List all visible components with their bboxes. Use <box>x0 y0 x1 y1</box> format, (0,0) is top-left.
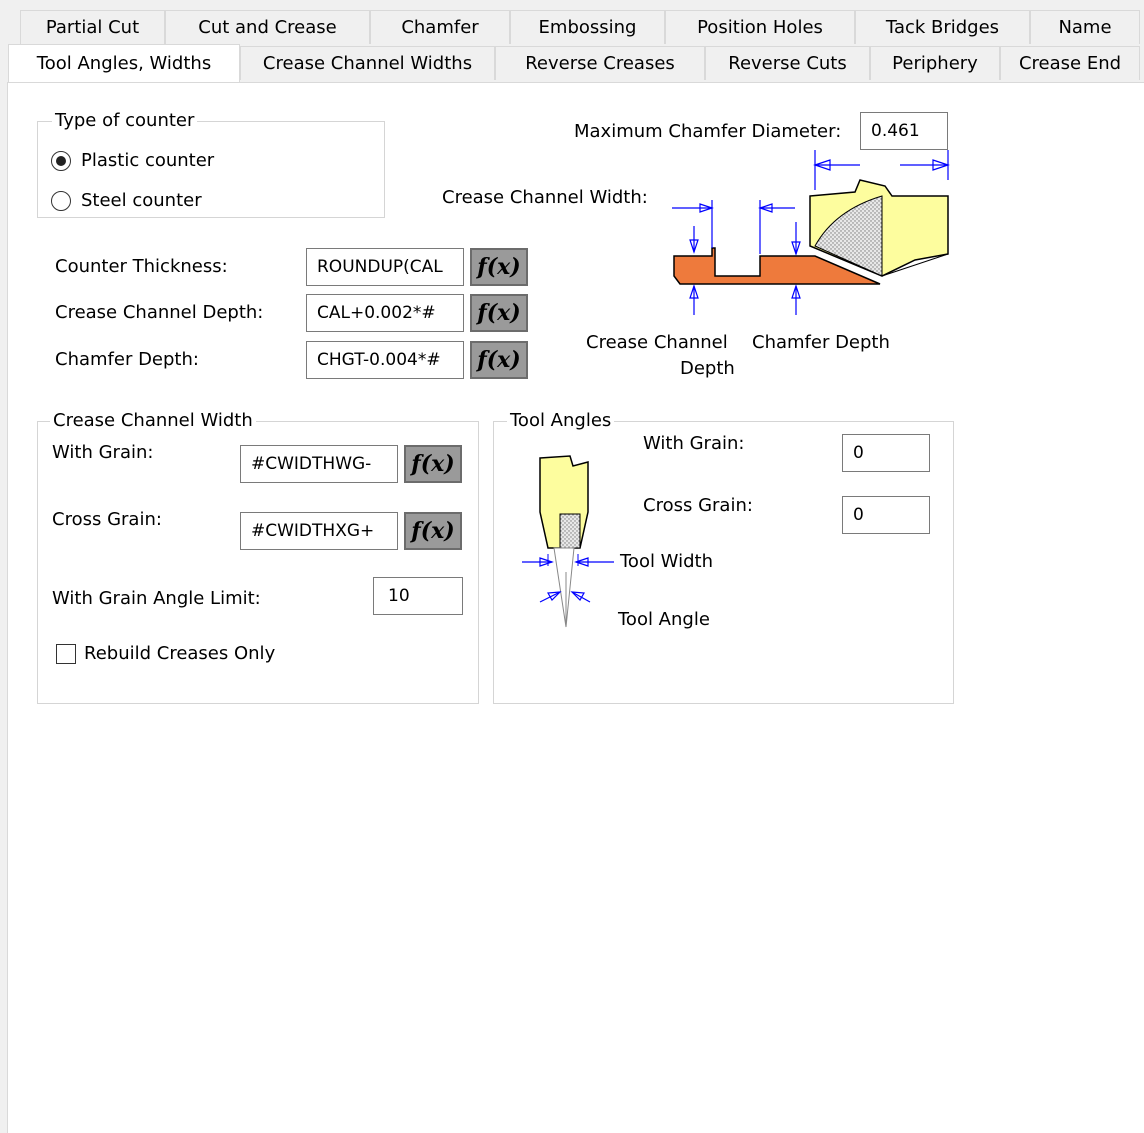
tab-tack-bridges[interactable]: Tack Bridges <box>855 10 1030 44</box>
rebuild-creases-only-label[interactable]: Rebuild Creases Only <box>84 643 275 665</box>
tab-partial-cut[interactable]: Partial Cut <box>20 10 165 44</box>
counter-thickness-input[interactable]: ROUNDUP(CAL <box>306 248 464 286</box>
chamfer-depth-label: Chamfer Depth: <box>55 349 199 370</box>
tool-width-label: Tool Width <box>620 551 713 572</box>
counter-thickness-fx-button[interactable]: f(x) <box>470 248 528 286</box>
tab-row-bottom: Tool Angles, Widths Crease Channel Width… <box>0 44 1144 82</box>
crease-channel-depth-fx-button[interactable]: f(x) <box>470 294 528 332</box>
tab-embossing[interactable]: Embossing <box>510 10 665 44</box>
tab-name[interactable]: Name <box>1030 10 1140 44</box>
crease-channel-width-title: Crease Channel Width <box>50 411 256 431</box>
tool-angles-cross-grain-label: Cross Grain: <box>643 495 753 516</box>
ccw-with-grain-input[interactable]: #CWIDTHWG- <box>240 445 398 483</box>
tab-crease-end[interactable]: Crease End <box>1000 46 1140 80</box>
tool-angles-with-grain-input[interactable]: 0 <box>842 434 930 472</box>
counter-thickness-label: Counter Thickness: <box>55 256 228 277</box>
tool-angles-with-grain-label: With Grain: <box>643 433 745 454</box>
with-grain-angle-limit-input[interactable]: 10 <box>373 577 463 615</box>
plastic-counter-radio[interactable] <box>51 151 71 171</box>
crease-channel-depth-diagram-label-1: Crease Channel <box>586 332 728 353</box>
type-of-counter-title: Type of counter <box>52 111 198 131</box>
tab-row-top: Partial Cut Cut and Crease Chamfer Embos… <box>0 10 1144 46</box>
steel-counter-label[interactable]: Steel counter <box>81 190 202 212</box>
chamfer-depth-fx-button[interactable]: f(x) <box>470 341 528 379</box>
max-chamfer-diameter-input[interactable]: 0.461 <box>860 112 948 150</box>
crease-channel-depth-input[interactable]: CAL+0.002*# <box>306 294 464 332</box>
tab-cut-and-crease[interactable]: Cut and Crease <box>165 10 370 44</box>
tool-angles-cross-grain-input[interactable]: 0 <box>842 496 930 534</box>
tab-position-holes[interactable]: Position Holes <box>665 10 855 44</box>
crease-channel-depth-label: Crease Channel Depth: <box>55 302 264 323</box>
tab-reverse-cuts[interactable]: Reverse Cuts <box>705 46 870 80</box>
steel-counter-radio[interactable] <box>51 191 71 211</box>
ccw-cross-grain-fx-button[interactable]: f(x) <box>404 512 462 550</box>
rebuild-creases-only-checkbox[interactable] <box>56 644 76 664</box>
tool-angle-label: Tool Angle <box>618 609 710 630</box>
ccw-with-grain-fx-button[interactable]: f(x) <box>404 445 462 483</box>
crease-channel-width-diagram-label: Crease Channel Width: <box>442 187 648 208</box>
with-grain-angle-limit-label: With Grain Angle Limit: <box>52 588 261 609</box>
ccw-with-grain-label: With Grain: <box>52 442 154 463</box>
plastic-counter-label[interactable]: Plastic counter <box>81 150 214 172</box>
tab-reverse-creases[interactable]: Reverse Creases <box>495 46 705 80</box>
tool-angle-diagram <box>522 455 614 628</box>
tab-tool-angles-widths[interactable]: Tool Angles, Widths <box>8 44 240 82</box>
crease-channel-depth-diagram-label-2: Depth <box>680 358 735 379</box>
chamfer-depth-diagram-label: Chamfer Depth <box>752 332 890 353</box>
chamfer-diagram <box>672 150 950 315</box>
tool-blade <box>553 547 575 628</box>
ccw-cross-grain-label: Cross Grain: <box>52 509 162 530</box>
tab-crease-channel-widths[interactable]: Crease Channel Widths <box>240 46 495 80</box>
max-chamfer-diameter-label: Maximum Chamfer Diameter: <box>574 121 842 142</box>
ccw-cross-grain-input[interactable]: #CWIDTHXG+ <box>240 512 398 550</box>
tab-periphery[interactable]: Periphery <box>870 46 1000 80</box>
tool-tip-hatch <box>559 513 581 549</box>
tab-chamfer[interactable]: Chamfer <box>370 10 510 44</box>
chamfer-depth-input[interactable]: CHGT-0.004*# <box>306 341 464 379</box>
tool-angles-title: Tool Angles <box>507 411 615 431</box>
